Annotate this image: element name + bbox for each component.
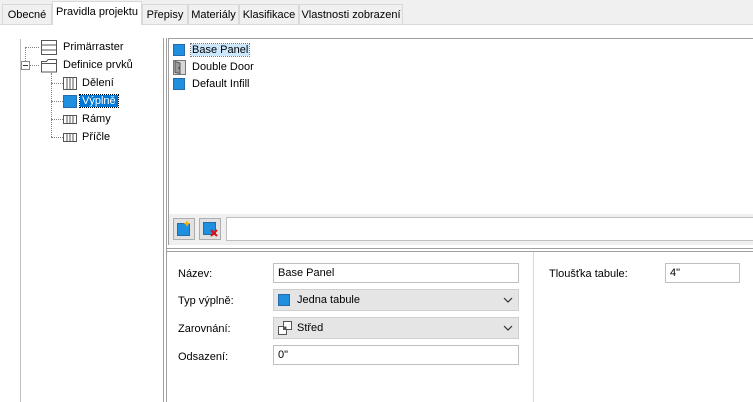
column-divider — [533, 252, 534, 402]
infill-type-value: Jedna tabule — [297, 294, 360, 306]
tree-item-pricle[interactable]: Příčle — [63, 129, 112, 146]
list-item-double-door[interactable]: Double Door — [173, 59, 255, 76]
tab-materialy[interactable]: Materiály — [188, 4, 239, 24]
add-item-icon — [177, 220, 191, 236]
panel-icon — [173, 78, 185, 90]
tab-bar: Obecné Pravidla projektu Přepisy Materiá… — [0, 0, 753, 26]
tree-item-label: Definice prvků — [63, 59, 133, 71]
splitter-horizontal[interactable] — [166, 248, 753, 249]
type-label: Typ výplně: — [178, 295, 234, 307]
name-field[interactable]: Base Panel — [273, 263, 519, 283]
splitter-vertical[interactable] — [163, 38, 164, 402]
list-item-default-infill[interactable]: Default Infill — [173, 76, 250, 93]
folder-icon — [41, 59, 57, 73]
tab-vlastnosti-zobrazeni[interactable]: Vlastnosti zobrazení — [299, 4, 403, 24]
item-name-entry[interactable] — [226, 217, 753, 241]
alignment-select[interactable]: Střed — [273, 317, 519, 339]
category-tree[interactable]: Primärraster Definice prvků Dělení Výpln… — [20, 39, 161, 402]
chevron-down-icon — [503, 325, 513, 331]
tab-pravidla-projektu[interactable]: Pravidla projektu — [52, 1, 142, 25]
tree-item-vyplne[interactable]: Výplně — [63, 93, 119, 110]
list-toolbar — [168, 214, 753, 245]
properties-form: Název: Base Panel Typ výplně: Jedna tabu… — [167, 252, 753, 402]
infill-type-select[interactable]: Jedna tabule — [273, 289, 519, 311]
tree-item-label: Dělení — [82, 77, 114, 89]
collapse-icon[interactable] — [21, 61, 30, 70]
tab-klasifikace[interactable]: Klasifikace — [239, 4, 299, 24]
tree-item-label: Rámy — [82, 113, 111, 125]
tree-item-ramy[interactable]: Rámy — [63, 111, 113, 128]
list-item-label: Default Infill — [192, 78, 250, 90]
tree-item-label: Výplně — [79, 94, 119, 108]
name-label: Název: — [178, 268, 213, 280]
panel-icon — [278, 294, 290, 306]
tree-item-label: Příčle — [82, 131, 111, 143]
infill-icon — [63, 95, 77, 108]
tree-item-deleni[interactable]: Dělení — [63, 75, 116, 92]
align-center-icon — [278, 321, 292, 335]
alignment-value: Střed — [297, 322, 324, 334]
tree-item-primarraster[interactable]: Primärraster — [41, 39, 126, 56]
delete-item-icon — [203, 222, 218, 237]
thickness-label: Tloušťka tabule: — [549, 268, 628, 280]
tab-obecne[interactable]: Obecné — [2, 4, 52, 24]
frame-icon — [63, 115, 77, 124]
list-item-label: Base Panel — [189, 43, 251, 57]
delete-item-button[interactable] — [199, 218, 221, 240]
tree-item-label: Primärraster — [63, 41, 124, 53]
thickness-field[interactable]: 4" — [665, 263, 740, 283]
division-icon — [63, 77, 77, 90]
offset-field[interactable]: 0" — [273, 345, 519, 365]
add-item-button[interactable] — [173, 218, 195, 240]
list-item-label: Double Door — [192, 61, 254, 73]
list-item-base-panel[interactable]: Base Panel — [173, 42, 251, 59]
tree-item-definice-prvku[interactable]: Definice prvků — [21, 57, 135, 74]
mullion-icon — [63, 133, 77, 142]
grid-icon — [41, 40, 57, 55]
door-icon — [173, 60, 186, 75]
panel-icon — [173, 44, 185, 56]
infill-list[interactable]: Base Panel Double Door Default Infill — [168, 38, 753, 214]
offset-label: Odsazení: — [178, 351, 229, 363]
chevron-down-icon — [503, 297, 513, 303]
tab-prepisy[interactable]: Přepisy — [142, 4, 188, 24]
align-label: Zarovnání: — [178, 323, 231, 335]
